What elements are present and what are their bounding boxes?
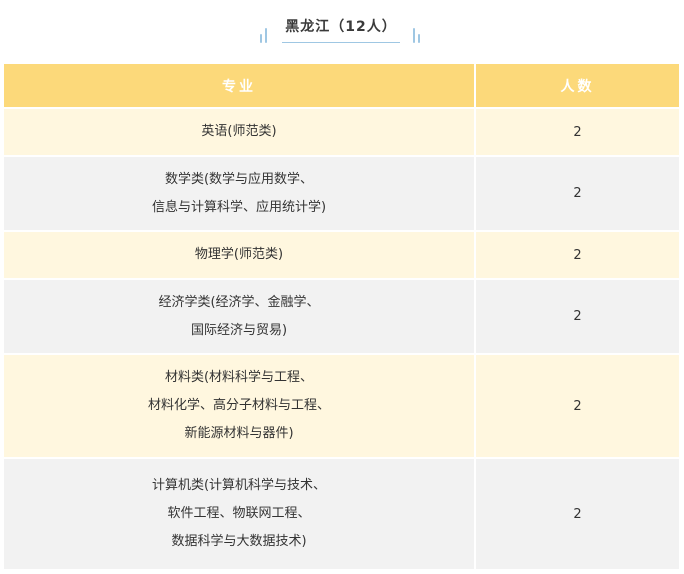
table-row: 经济学类(经济学、金融学、 国际经济与贸易) 2 — [4, 280, 679, 355]
right-decoration-bar-2 — [418, 34, 420, 43]
table-row: 英语(师范类) 2 — [4, 109, 679, 157]
count-cell: 2 — [476, 280, 679, 353]
count-value: 2 — [573, 186, 582, 201]
count-value: 2 — [573, 309, 582, 324]
table-header-row: 专业 人数 — [4, 64, 679, 109]
enrollment-table: 专业 人数 英语(师范类) 2 数学类(数学与应用数学、 信息与计算科学、应用统… — [4, 64, 679, 571]
table-row: 物理学(师范类) 2 — [4, 232, 679, 280]
major-text: 软件工程、物联网工程、 — [167, 506, 311, 521]
table-row: 计算机类(计算机科学与技术、 软件工程、物联网工程、 数据科学与大数据技术) 2 — [4, 459, 679, 571]
count-cell: 2 — [476, 109, 679, 155]
title-underline — [282, 42, 400, 43]
major-cell: 数学类(数学与应用数学、 信息与计算科学、应用统计学) — [4, 157, 476, 230]
major-text: 材料类(材料科学与工程、 — [164, 370, 314, 385]
header-count-label: 人数 — [560, 78, 595, 95]
header-count-cell: 人数 — [476, 64, 679, 107]
count-cell: 2 — [476, 459, 679, 569]
count-value: 2 — [573, 506, 582, 522]
section-heading: 黑龙江（12人） — [0, 0, 684, 60]
major-text: 经济学类(经济学、金融学、 — [158, 294, 320, 310]
count-value: 2 — [573, 124, 582, 140]
table-row: 材料类(材料科学与工程、 材料化学、高分子材料与工程、 新能源材料与器件) 2 — [4, 355, 679, 459]
section-title: 黑龙江（12人） — [285, 19, 397, 35]
table-row: 数学类(数学与应用数学、 信息与计算科学、应用统计学) 2 — [4, 157, 679, 232]
major-text: 新能源材料与器件) — [184, 426, 294, 441]
major-text: 信息与计算科学、应用统计学) — [151, 199, 327, 215]
count-cell: 2 — [476, 157, 679, 230]
header-major-cell: 专业 — [4, 64, 476, 107]
major-text: 数学类(数学与应用数学、 — [164, 171, 314, 187]
major-text: 数据科学与大数据技术) — [171, 534, 307, 549]
count-cell: 2 — [476, 355, 679, 457]
count-cell: 2 — [476, 232, 679, 278]
major-cell: 经济学类(经济学、金融学、 国际经济与贸易) — [4, 280, 476, 353]
major-cell: 物理学(师范类) — [4, 232, 476, 278]
count-value: 2 — [573, 247, 582, 263]
major-text: 物理学(师范类) — [194, 247, 284, 262]
major-cell: 材料类(材料科学与工程、 材料化学、高分子材料与工程、 新能源材料与器件) — [4, 355, 476, 457]
major-text: 英语(师范类) — [201, 124, 277, 139]
major-text: 国际经济与贸易) — [190, 322, 288, 338]
major-cell: 计算机类(计算机科学与技术、 软件工程、物联网工程、 数据科学与大数据技术) — [4, 459, 476, 569]
count-value: 2 — [573, 398, 582, 414]
left-decoration-bar-1 — [260, 34, 262, 43]
right-decoration-bar-1 — [413, 28, 415, 43]
major-text: 计算机类(计算机科学与技术、 — [151, 478, 327, 493]
left-decoration-bar-2 — [265, 28, 267, 43]
major-cell: 英语(师范类) — [4, 109, 476, 155]
header-major-label: 专业 — [222, 78, 256, 95]
major-text: 材料化学、高分子材料与工程、 — [147, 398, 330, 413]
